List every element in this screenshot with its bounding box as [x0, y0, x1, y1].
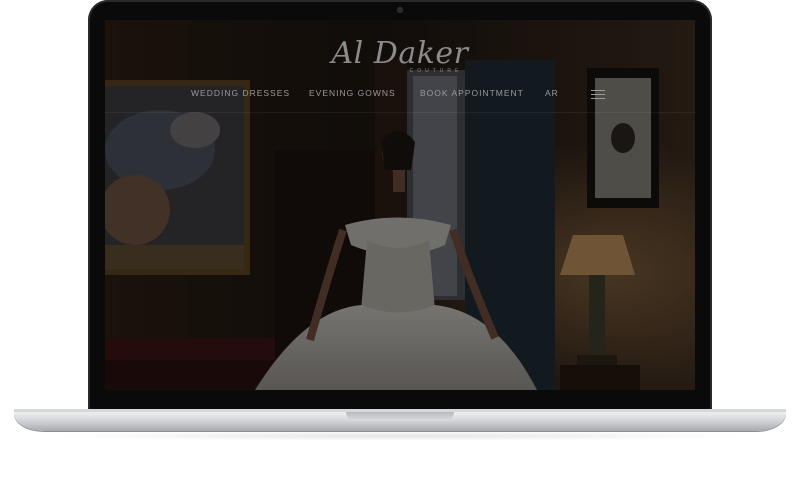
nav-language-ar[interactable]: AR	[545, 88, 559, 98]
laptop-shadow	[40, 431, 760, 441]
nav-evening-gowns[interactable]: EVENING GOWNS	[309, 88, 396, 98]
website-screen: Al Daker COUTURE WEDDING DRESSES EVENING…	[105, 20, 695, 390]
hamburger-menu-icon[interactable]	[591, 90, 605, 100]
nav-book-appointment[interactable]: BOOK APPOINTMENT	[420, 88, 524, 98]
main-nav: WEDDING DRESSES EVENING GOWNS BOOK APPOI…	[105, 88, 695, 102]
nav-divider	[105, 112, 695, 113]
nav-wedding-dresses[interactable]: WEDDING DRESSES	[191, 88, 290, 98]
webcam	[397, 7, 403, 13]
laptop-notch	[346, 412, 454, 421]
site-logo[interactable]: Al Daker COUTURE	[105, 36, 695, 75]
logo-wordmark: Al Daker	[331, 36, 469, 71]
hero-image	[105, 20, 695, 390]
laptop-mockup: Al Daker COUTURE WEDDING DRESSES EVENING…	[0, 0, 800, 480]
